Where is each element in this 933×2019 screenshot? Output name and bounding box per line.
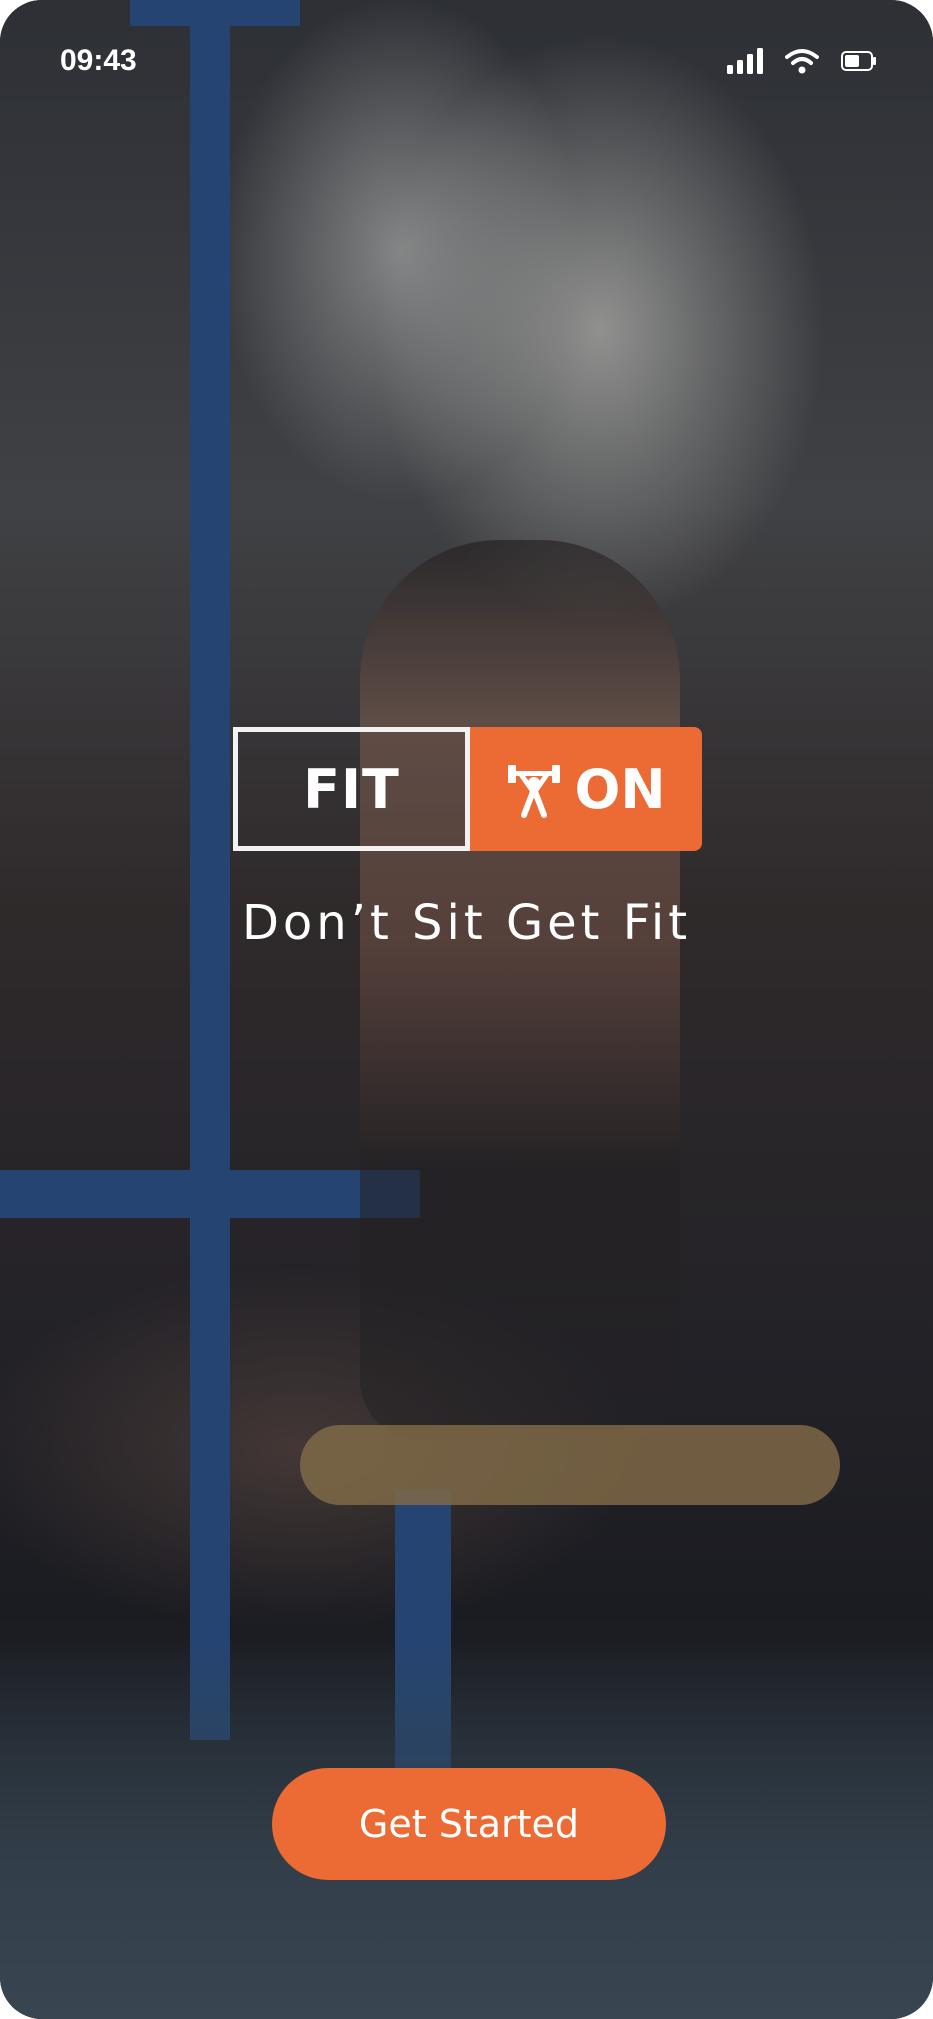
status-bar: 09:43 bbox=[0, 0, 933, 120]
status-icons bbox=[727, 48, 877, 74]
weightlifter-icon bbox=[508, 765, 561, 818]
logo-fit-text: FIT bbox=[303, 757, 400, 821]
wifi-icon bbox=[785, 49, 819, 74]
dark-overlay bbox=[0, 0, 933, 2019]
app-logo: FIT ON bbox=[233, 727, 702, 851]
logo-on-box: ON bbox=[470, 727, 702, 851]
get-started-button[interactable]: Get Started bbox=[272, 1768, 666, 1880]
phone-screen: 09:43 FIT ON Don’t Sit Get Fit Get Start… bbox=[0, 0, 933, 2019]
tagline: Don’t Sit Get Fit bbox=[241, 895, 692, 951]
cellular-signal-icon bbox=[727, 48, 763, 74]
battery-icon bbox=[841, 51, 876, 71]
status-time: 09:43 bbox=[60, 44, 137, 77]
logo-on-text: ON bbox=[574, 757, 666, 821]
logo-fit-box: FIT bbox=[233, 727, 470, 851]
